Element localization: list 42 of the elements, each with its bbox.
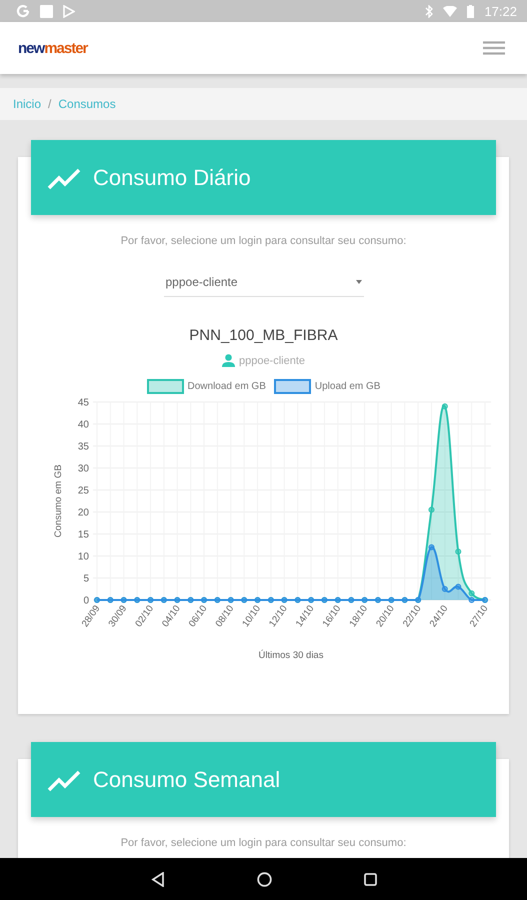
prompt-text: Por favor, selecione um login para consultar seu consumo: <box>120 235 406 247</box>
back-icon[interactable] <box>150 872 164 886</box>
breadcrumb-separator: / <box>48 97 52 111</box>
brand-logo: newmaster <box>18 40 88 56</box>
breadcrumb-link[interactable]: Inicio <box>13 97 42 111</box>
y-tick-label: 45 <box>77 398 88 408</box>
y-tick-label: 35 <box>77 442 88 452</box>
google-icon <box>16 4 30 18</box>
status-time: 17:22 <box>484 4 517 18</box>
point <box>468 590 474 596</box>
home-icon[interactable] <box>256 872 272 886</box>
legend-label: Upload em GB <box>314 381 380 392</box>
breadcrumb-link[interactable]: Consumos <box>58 97 116 111</box>
point <box>454 584 461 590</box>
point <box>454 548 461 555</box>
card-title: Consumo Semanal <box>93 766 280 792</box>
card-title: Consumo Diário <box>93 164 251 190</box>
y-tick-label: 30 <box>77 464 88 474</box>
point <box>468 597 474 603</box>
y-tick-label: 5 <box>82 574 88 584</box>
battery-icon <box>467 4 474 18</box>
bluetooth-icon <box>425 4 434 18</box>
point <box>441 403 448 410</box>
legend-label: Download em GB <box>188 381 266 392</box>
point <box>441 586 448 592</box>
y-tick-label: 0 <box>82 596 88 606</box>
y-tick-label: 40 <box>77 420 88 430</box>
x-axis-title: Últimos 30 dias <box>258 650 323 661</box>
caret-icon <box>356 280 362 284</box>
plan-name: PNN_100_MB_FIBRA <box>189 327 338 344</box>
y-tick-label: 10 <box>77 552 88 562</box>
wifi-icon <box>443 6 458 16</box>
user-login: pppoe-cliente <box>238 354 306 366</box>
user-icon <box>222 354 235 367</box>
y-tick-label: 20 <box>77 508 88 518</box>
y-tick-label: 15 <box>77 530 88 540</box>
y-tick-label: 25 <box>77 486 88 496</box>
prompt-text: Por favor, selecione um login para consultar seu consumo: <box>120 837 406 849</box>
recents-icon[interactable] <box>364 872 376 886</box>
play-store-icon <box>63 4 75 18</box>
login-select[interactable]: pppoe-cliente <box>164 267 364 297</box>
y-axis-title: Consumo em GB <box>52 464 64 538</box>
